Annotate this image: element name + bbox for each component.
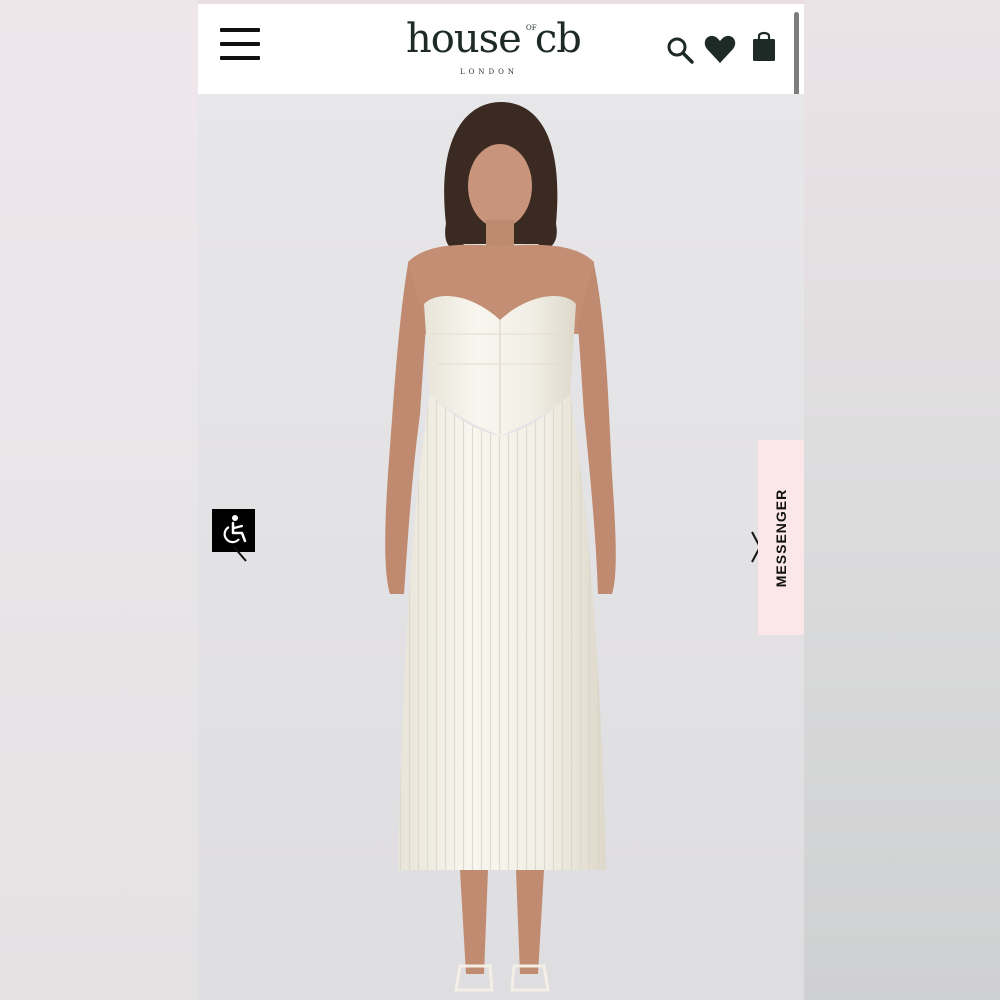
blurred-backdrop-left (0, 0, 198, 1000)
previous-image-arrow-icon[interactable] (232, 545, 250, 565)
mobile-page: house cb OF LONDON MESSENGER (198, 0, 804, 1000)
hamburger-menu-icon[interactable] (220, 28, 262, 64)
brand-logo[interactable]: house cb OF LONDON (398, 14, 604, 84)
messenger-label: MESSENGER (773, 488, 789, 587)
search-icon[interactable] (666, 36, 694, 64)
blurred-backdrop-right (804, 0, 1000, 1000)
logo-subtitle: LONDON (460, 68, 518, 76)
product-image (198, 94, 804, 1000)
shopping-bag-icon[interactable] (752, 30, 776, 62)
logo-of-mark: OF (526, 24, 537, 32)
site-header: house cb OF LONDON (198, 4, 804, 234)
heart-icon[interactable] (704, 34, 736, 64)
logo-wordmark: house cb (406, 16, 582, 62)
messenger-tab[interactable]: MESSENGER (758, 440, 804, 635)
